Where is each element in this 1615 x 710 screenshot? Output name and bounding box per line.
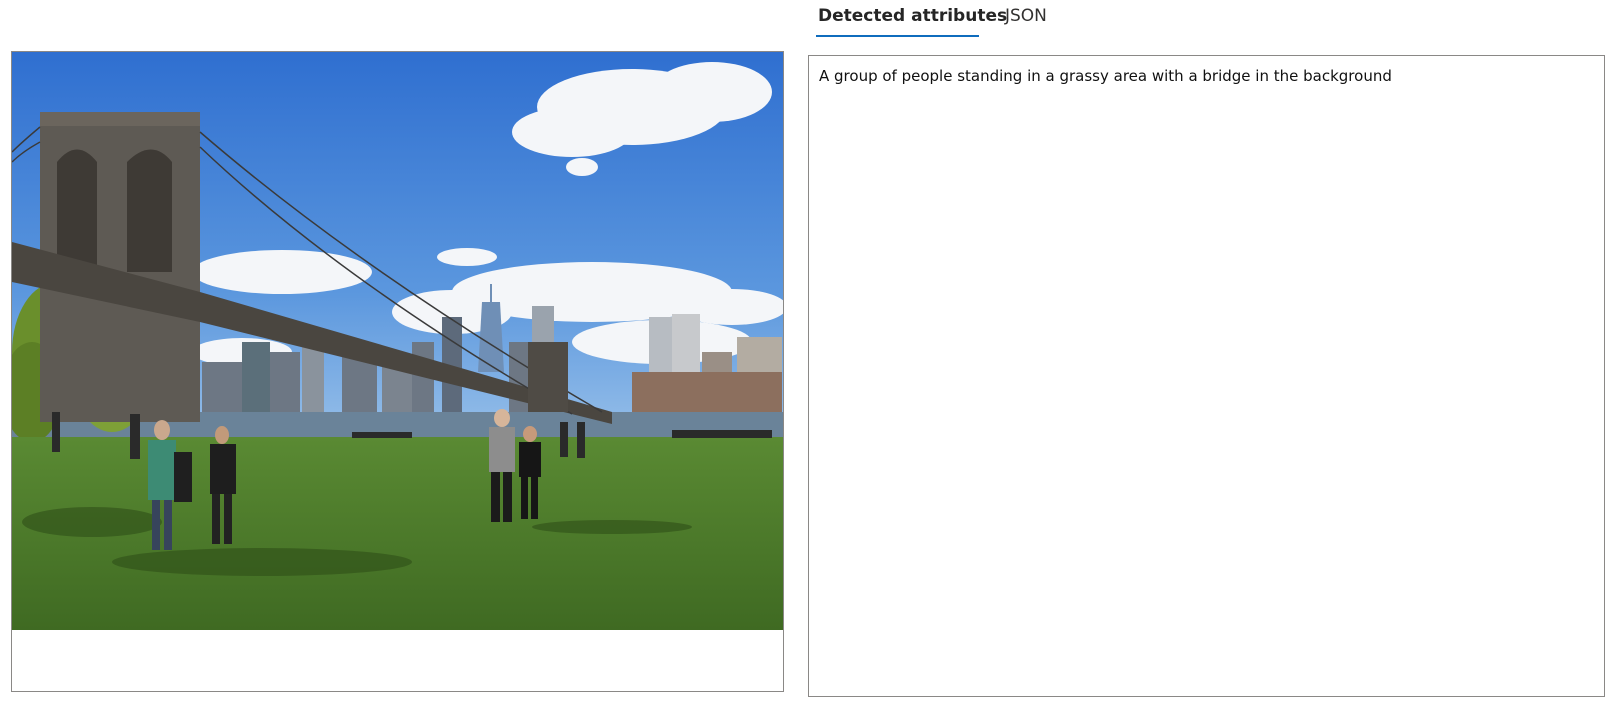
- analyzed-photo: [12, 52, 783, 630]
- tab-json[interactable]: JSON: [1005, 4, 1047, 28]
- image-preview-panel: [11, 51, 784, 692]
- active-tab-indicator: [816, 35, 979, 37]
- detected-attributes-panel: A group of people standing in a grassy a…: [808, 55, 1605, 697]
- image-caption: A group of people standing in a grassy a…: [819, 67, 1392, 85]
- tab-detected-attributes[interactable]: Detected attributes: [818, 4, 1007, 28]
